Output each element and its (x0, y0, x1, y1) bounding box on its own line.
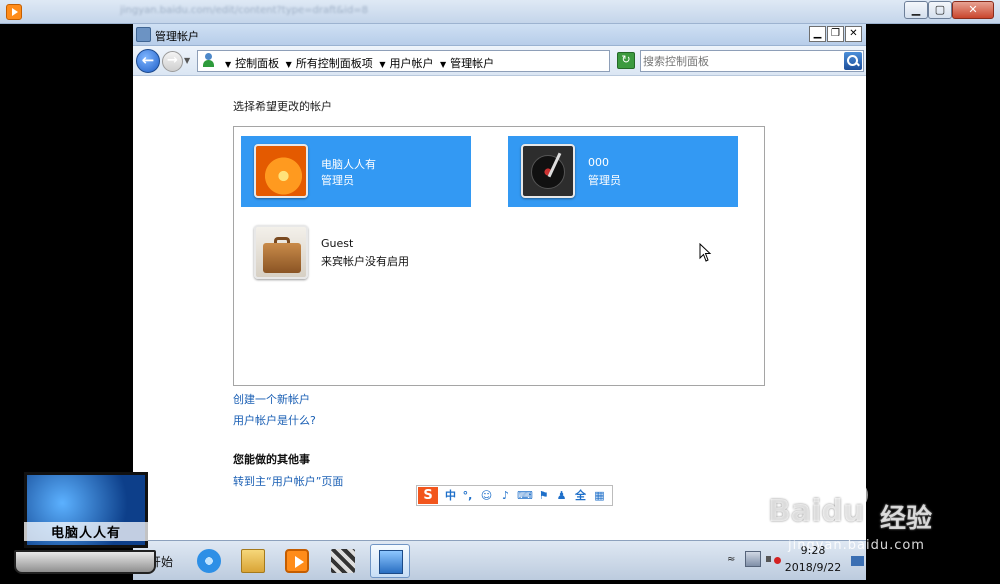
sogou-logo-icon[interactable]: S (418, 487, 438, 504)
taskbar-explorer-button[interactable] (233, 544, 273, 578)
account-item[interactable]: 000 管理员 (508, 136, 738, 207)
address-bar[interactable]: ▼ 控制面板 ▼ 所有控制面板项 ▼ 用户帐户 ▼ 管理帐户 ▼ (197, 50, 664, 72)
account-item[interactable]: Guest 来宾帐户没有启用 (241, 217, 471, 288)
show-hidden-icons-button[interactable]: ≈ (727, 554, 735, 565)
chevron-down-icon[interactable]: ▼ (379, 60, 385, 69)
users-icon (136, 27, 151, 42)
watermark-site: jingyan.baidu.com (788, 538, 925, 553)
address-toolbar: ← → ▼ ▼ 控制面板 ▼ 所有控制面板项 ▼ 用户帐户 ▼ 管理帐户 ▼ ↻ (133, 46, 866, 76)
baidu-watermark: Baidu 经验 jingyan.baidu.com (768, 480, 996, 570)
breadcrumb: ▼ 控制面板 ▼ 所有控制面板项 ▼ 用户帐户 ▼ 管理帐户 (222, 55, 494, 71)
page-heading: 选择希望更改的帐户 (233, 100, 332, 113)
channel-logo: 电脑人人有 (10, 470, 156, 578)
account-role: 来宾帐户没有启用 (321, 255, 409, 268)
folder-icon (241, 549, 265, 573)
account-role: 管理员 (588, 174, 621, 187)
search-input[interactable] (643, 53, 839, 69)
create-account-link[interactable]: 创建一个新帐户 (233, 391, 310, 407)
what-is-user-account-link[interactable]: 用户帐户是什么? (233, 412, 316, 428)
ime-punctuation-icon[interactable]: °, (460, 488, 475, 503)
search-icon[interactable] (844, 52, 862, 70)
ime-emoji-icon[interactable]: ☺ (479, 488, 494, 503)
control-panel-icon (379, 550, 403, 574)
other-tasks-heading: 您能做的其他事 (233, 453, 310, 466)
player-minimize-button[interactable]: ▁ (904, 1, 928, 19)
briefcase-icon (254, 225, 308, 279)
ie-icon (197, 549, 221, 573)
laptop-keyboard-icon (14, 550, 156, 574)
window-title: 管理帐户 (155, 30, 199, 43)
account-name: 电脑人人有 (321, 158, 376, 171)
minimize-button[interactable]: ▁ (809, 26, 826, 42)
ime-skin-icon[interactable]: ♟ (554, 488, 569, 503)
watermark-brand: Baidu (768, 494, 865, 529)
logo-text: 电脑人人有 (24, 522, 148, 541)
ime-toolbar: S 中 °, ☺ ♪ ⌨ ⚑ ♟ 全 ▦ (416, 485, 613, 506)
taskbar: 开始 ≈ 9:28 2018/9/22 (133, 540, 866, 580)
clapperboard-icon (331, 549, 355, 573)
taskbar-ie-button[interactable] (189, 544, 229, 578)
breadcrumb-item-manage-accounts[interactable]: 管理帐户 (450, 57, 494, 70)
main-content: 选择希望更改的帐户 电脑人人有 管理员 000 管理员 Guest 来宾帐户没有… (133, 77, 866, 540)
taskbar-media-button[interactable] (323, 544, 363, 578)
ime-fullwidth-mode[interactable]: 全 (573, 488, 588, 503)
ime-chinese-mode[interactable]: 中 (443, 488, 458, 503)
search-box (640, 50, 864, 72)
flower-icon (254, 144, 308, 198)
taskbar-control-panel-button[interactable] (370, 544, 410, 578)
blurred-url-text: jingyan.baidu.com/edit/content?type=draf… (120, 5, 369, 16)
chevron-down-icon[interactable]: ▼ (225, 60, 231, 69)
refresh-button[interactable]: ↻ (617, 52, 635, 69)
turntable-icon (521, 144, 575, 198)
close-button[interactable]: ✕ (845, 26, 862, 42)
media-player-icon (285, 549, 309, 573)
chevron-down-icon[interactable]: ▼ (440, 60, 446, 69)
users-icon (201, 53, 217, 69)
account-item[interactable]: 电脑人人有 管理员 (241, 136, 471, 207)
breadcrumb-item-user-accounts[interactable]: 用户帐户 (389, 57, 433, 70)
restore-button[interactable]: ❐ (827, 26, 844, 42)
ime-tools-icon[interactable]: ⚑ (536, 488, 551, 503)
network-icon[interactable] (745, 551, 761, 567)
ime-grid-icon[interactable]: ▦ (592, 488, 607, 503)
screen: 管理帐户 ▁ ❐ ✕ ← → ▼ ▼ 控制面板 ▼ 所有控制面板项 ▼ 用户帐户 ▼ 管… (133, 24, 866, 580)
account-name: 000 (588, 156, 609, 169)
ime-keyboard-icon[interactable]: ⌨ (517, 488, 533, 503)
watermark-jingyan: 经验 (880, 504, 933, 534)
window-titlebar: 管理帐户 ▁ ❐ ✕ (133, 24, 866, 46)
taskbar-player-button[interactable] (277, 544, 317, 578)
player-app-icon (6, 4, 22, 20)
player-close-button[interactable]: ✕ (952, 1, 994, 19)
back-button[interactable]: ← (136, 49, 160, 73)
accounts-list: 电脑人人有 管理员 000 管理员 Guest 来宾帐户没有启用 (233, 126, 765, 386)
history-dropdown-icon[interactable]: ▼ (184, 56, 190, 65)
breadcrumb-item-control-panel[interactable]: 控制面板 (235, 57, 279, 70)
account-name: Guest (321, 237, 354, 250)
forward-button[interactable]: → (162, 51, 183, 72)
player-titlebar: jingyan.baidu.com/edit/content?type=draf… (0, 0, 1000, 24)
breadcrumb-item-all-items[interactable]: 所有控制面板项 (296, 57, 373, 70)
goto-user-accounts-link[interactable]: 转到主“用户帐户”页面 (233, 473, 343, 489)
account-role: 管理员 (321, 174, 354, 187)
ime-voice-icon[interactable]: ♪ (498, 488, 513, 503)
player-maximize-button[interactable]: ▢ (928, 1, 952, 19)
chevron-down-icon[interactable]: ▼ (286, 60, 292, 69)
